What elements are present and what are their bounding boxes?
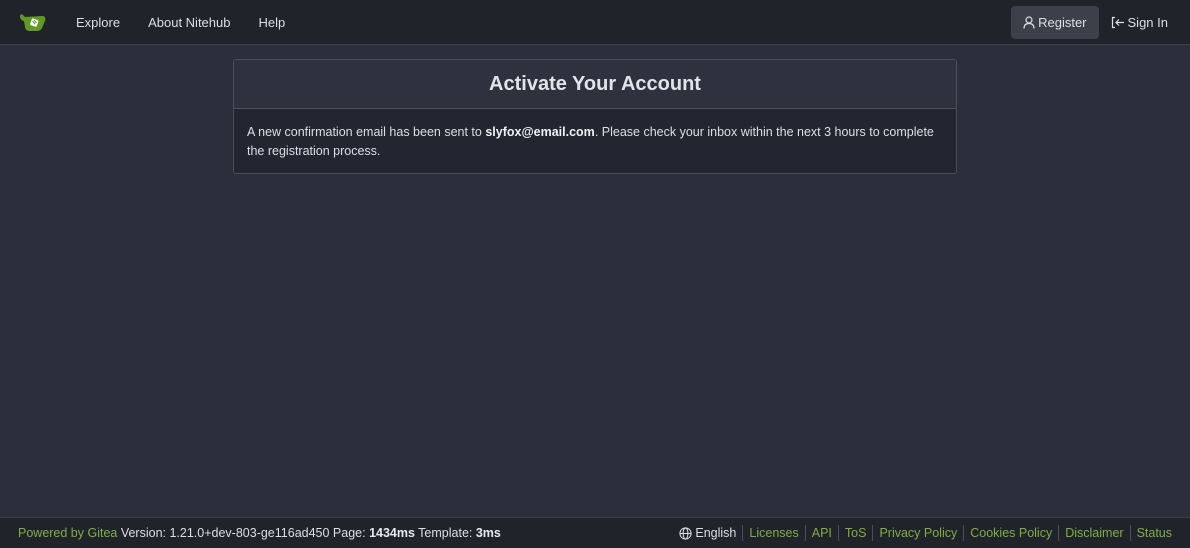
footer-left: Powered by Gitea Version: 1.21.0+dev-803… [18, 526, 501, 540]
version-info: Version: 1.21.0+dev-803-ge116ad450 Page: [117, 526, 370, 540]
nav-help[interactable]: Help [258, 15, 285, 30]
footer-divider [742, 525, 744, 541]
footer-link-disclaimer[interactable]: Disclaimer [1065, 526, 1123, 540]
language-selector[interactable]: English [679, 526, 736, 540]
footer-divider [837, 525, 839, 541]
footer-divider [963, 525, 965, 541]
top-navbar: Explore About Nitehub Help Register Sign… [0, 0, 1190, 45]
footer-link-cookies[interactable]: Cookies Policy [970, 526, 1052, 540]
template-label: Template: [414, 526, 476, 540]
globe-icon [679, 526, 692, 540]
footer-link-privacy[interactable]: Privacy Policy [879, 526, 957, 540]
nav-left: Explore About Nitehub Help [18, 11, 313, 33]
sign-in-icon [1111, 16, 1124, 28]
footer-link-status[interactable]: Status [1137, 526, 1172, 540]
nav-explore[interactable]: Explore [76, 15, 120, 30]
page-time: 1434ms [369, 526, 415, 540]
activate-account-card: Activate Your Account A new confirmation… [233, 59, 957, 174]
footer-divider [872, 525, 874, 541]
footer-link-licenses[interactable]: Licenses [749, 526, 798, 540]
register-label: Register [1038, 14, 1087, 30]
nav-right: Register Sign In [1011, 5, 1180, 39]
template-time: 3ms [475, 526, 501, 540]
footer-link-api[interactable]: API [812, 526, 832, 540]
confirmation-message: A new confirmation email has been sent t… [234, 109, 956, 173]
language-label: English [695, 526, 737, 540]
footer-divider [1129, 525, 1131, 541]
footer-divider [1058, 525, 1060, 541]
footer-right: English Licenses API ToS Privacy Policy … [679, 525, 1172, 541]
gitea-logo-icon[interactable] [18, 11, 48, 33]
email-address: slyfox@email.com [485, 125, 595, 139]
page-footer: Powered by Gitea Version: 1.21.0+dev-803… [0, 517, 1190, 548]
person-icon [1023, 15, 1035, 29]
powered-by-link[interactable]: Powered by Gitea [18, 526, 117, 540]
signin-label: Sign In [1127, 14, 1168, 30]
register-button[interactable]: Register [1011, 5, 1099, 39]
message-prefix: A new confirmation email has been sent t… [247, 125, 486, 139]
signin-button[interactable]: Sign In [1099, 6, 1180, 39]
footer-link-tos[interactable]: ToS [845, 526, 867, 540]
footer-divider [804, 525, 806, 541]
nav-about[interactable]: About Nitehub [148, 15, 230, 30]
page-title: Activate Your Account [234, 60, 956, 109]
